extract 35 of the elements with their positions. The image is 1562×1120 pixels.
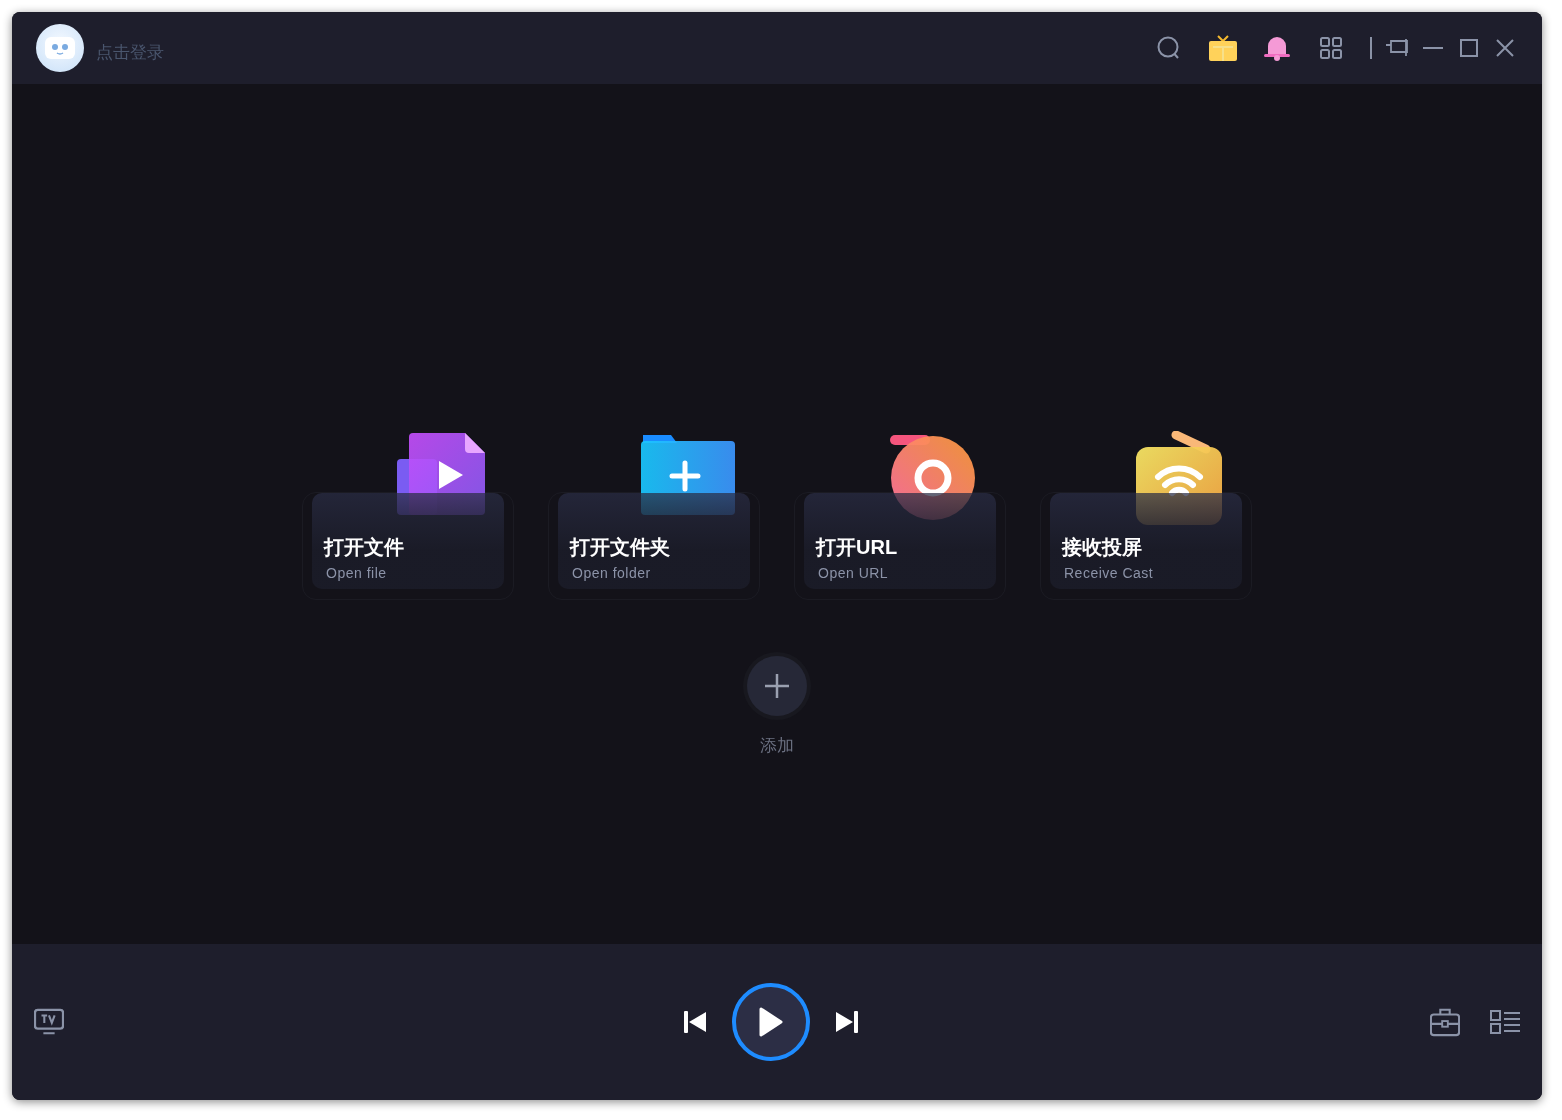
card-title: 接收投屏 <box>1062 534 1142 560</box>
list-icon <box>1490 1010 1520 1034</box>
card-title: 打开URL <box>816 534 898 560</box>
close-icon <box>1496 39 1514 57</box>
action-card[interactable]: 打开文件夹 Open folder <box>558 492 750 589</box>
gift-icon <box>1209 35 1237 61</box>
action-card[interactable]: 打开文件 Open file <box>312 492 504 589</box>
bell-icon <box>1264 35 1290 61</box>
gift-button[interactable] <box>1208 33 1238 63</box>
card-title: 打开文件夹 <box>570 534 670 560</box>
previous-icon <box>684 1011 706 1033</box>
card-subtitle: Receive Cast <box>1064 564 1154 581</box>
playlist-button[interactable] <box>1490 1007 1520 1037</box>
maximize-icon <box>1460 39 1478 57</box>
add-button[interactable] <box>747 655 807 716</box>
pin-icon <box>1386 39 1408 57</box>
plus-icon <box>764 672 790 699</box>
minimize-icon <box>1423 47 1443 49</box>
tv-button[interactable] <box>34 1007 64 1037</box>
grid-icon <box>1320 37 1342 59</box>
card-subtitle: Open file <box>326 564 387 581</box>
action-card[interactable]: 接收投屏 Receive Cast <box>1050 492 1242 589</box>
play-icon <box>759 1007 783 1037</box>
robot-face-icon <box>45 37 75 59</box>
add-label: 添加 <box>760 733 794 757</box>
toolbox-icon <box>1430 1007 1460 1037</box>
search-icon <box>1157 36 1181 60</box>
action-card[interactable]: 打开URL Open URL <box>804 492 996 589</box>
avatar[interactable] <box>36 24 84 72</box>
card-subtitle: Open URL <box>818 564 889 581</box>
monitor-icon <box>34 1008 64 1036</box>
card-subtitle: Open folder <box>572 564 651 581</box>
toolbox-button[interactable] <box>1430 1007 1460 1037</box>
card-title: 打开文件 <box>324 534 404 560</box>
next-icon <box>836 1011 858 1033</box>
